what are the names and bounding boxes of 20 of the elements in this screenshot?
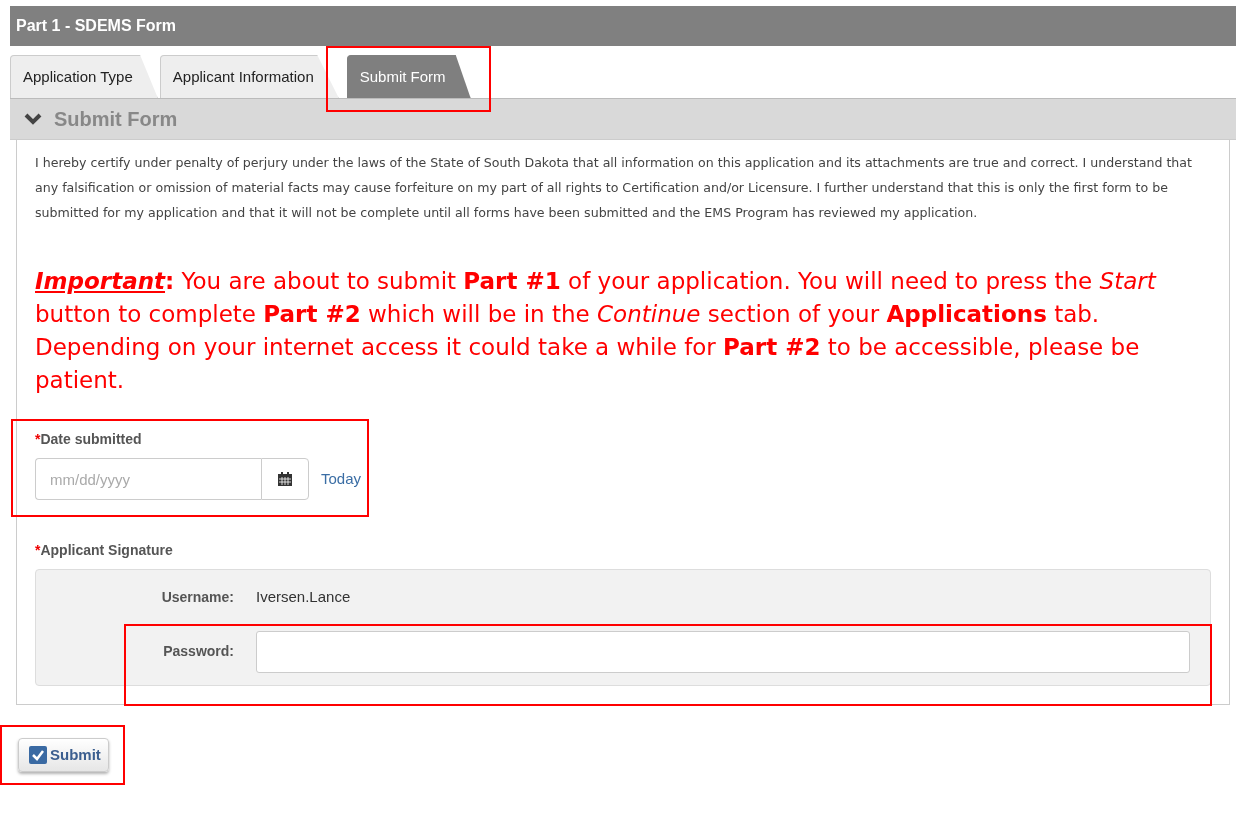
tab[interactable]: Application Type: [10, 55, 158, 98]
submit-button[interactable]: Submit: [18, 737, 109, 772]
field-label: Username:: [160, 587, 235, 607]
certification-text: I hereby certify under penalty of perjury under the laws of the State of South Dakota that all information on this application and its attachments are true and correct. I understand that any falsification or omission of material facts may cause forfeiture on my part of all rights to Certification and/or Licensure. I further understand that this is only the first form to be submitted for my application and that it will not be complete until all forms have been submitted and the EMS Program has reviewed my application.: [35, 154, 1193, 222]
chevron-down-icon: [24, 113, 42, 125]
username-value: Iversen.Lance: [256, 587, 352, 607]
field-label: *Applicant Signature: [35, 541, 174, 560]
date-input-field[interactable]: mm/dd/yyyy: [35, 458, 261, 500]
field-label: Password:: [162, 642, 235, 661]
tab[interactable]: Submit Form: [346, 55, 471, 98]
section-title: Submit Form: [54, 107, 178, 132]
calendar-button[interactable]: [261, 458, 309, 500]
calendar-icon: [277, 471, 293, 487]
important-notice: Important: You are about to submit Part #1 of your application. You will need to press the Start button to complete Part #2 which will be in the Continue section of your Applications tab. Depending on your internet access it could take a while for Part #2 to be accessible, please be patient.: [35, 267, 1158, 395]
field-label: *Date submitted: [35, 430, 143, 449]
tab[interactable]: Applicant Information: [159, 55, 339, 98]
form-title-bar: Part 1 - SDEMS Form: [10, 6, 1236, 46]
checkbox-icon: [29, 745, 47, 764]
password-field[interactable]: [256, 630, 1190, 673]
today-link[interactable]: Today: [321, 467, 362, 491]
